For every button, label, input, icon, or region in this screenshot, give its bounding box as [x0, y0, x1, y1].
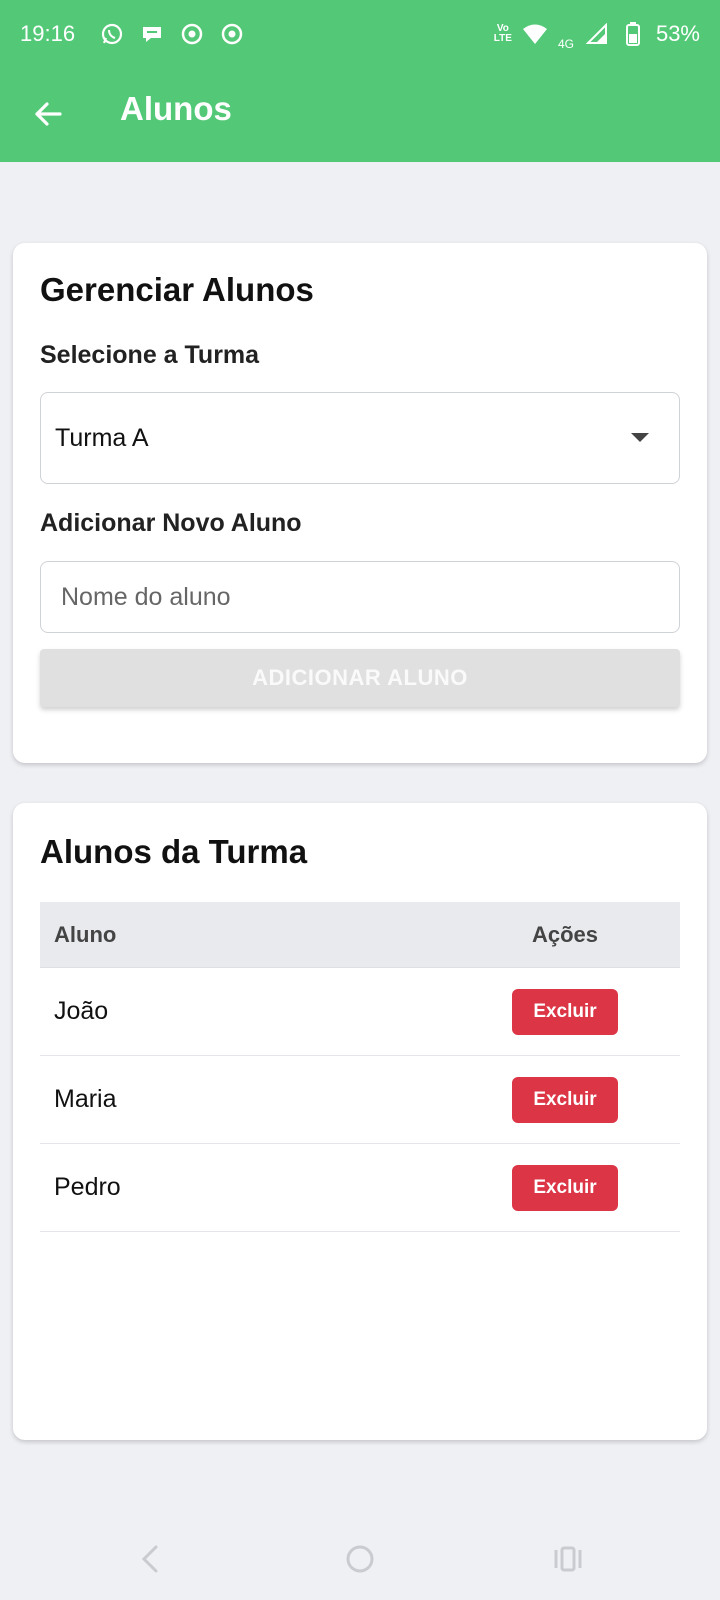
table-header: Aluno Ações: [40, 902, 680, 968]
back-button[interactable]: [28, 94, 68, 134]
student-name: Maria: [54, 1085, 117, 1113]
nav-back-button[interactable]: [120, 1536, 180, 1582]
students-card-title: Alunos da Turma: [40, 833, 308, 870]
row-actions: Excluir: [450, 1076, 680, 1123]
row-actions: Excluir: [450, 1164, 680, 1211]
status-bar: 19:16 Vo LTE 4G 53%: [0, 0, 720, 68]
delete-student-button[interactable]: Excluir: [512, 988, 618, 1035]
volte-icon: Vo LTE: [494, 24, 512, 44]
class-select-value: Turma A: [55, 423, 149, 452]
status-time: 19:16: [20, 21, 76, 46]
manage-card-title: Gerenciar Alunos: [40, 271, 314, 308]
select-class-label: Selecione a Turma: [40, 341, 260, 369]
chrome-icon: [219, 21, 245, 47]
nav-home-icon: [346, 1545, 374, 1573]
network-type: 4G: [557, 37, 574, 51]
student-name: Pedro: [54, 1173, 121, 1201]
dropdown-caret-icon: [631, 433, 649, 442]
app-title: Alunos: [120, 90, 232, 127]
table-row: Maria Excluir: [40, 1056, 680, 1144]
whatsapp-icon: [99, 21, 125, 47]
delete-student-button[interactable]: Excluir: [512, 1164, 618, 1211]
students-list-card: Alunos da Turma Aluno Ações João Excluir…: [13, 803, 707, 1440]
row-actions: Excluir: [450, 988, 680, 1035]
column-header-student: Aluno: [54, 921, 117, 947]
chat-bubble-icon: [139, 21, 165, 47]
nav-recents-button[interactable]: [538, 1536, 598, 1582]
student-name-input[interactable]: [40, 561, 680, 633]
column-header-actions: Ações: [531, 921, 599, 947]
student-name: João: [54, 997, 109, 1025]
battery-level: 53%: [655, 21, 700, 46]
add-student-button[interactable]: ADICIONAR ALUNO: [40, 649, 680, 707]
table-row: João Excluir: [40, 968, 680, 1056]
chrome-icon: [179, 21, 205, 47]
signal-icon: [584, 21, 610, 47]
class-select[interactable]: Turma A: [40, 392, 680, 484]
add-student-label: Adicionar Novo Aluno: [40, 509, 302, 537]
table-row: Pedro Excluir: [40, 1144, 680, 1232]
delete-student-button[interactable]: Excluir: [512, 1076, 618, 1123]
volte-bottom: LTE: [493, 33, 512, 44]
status-right: Vo LTE 4G 53%: [494, 17, 700, 51]
battery-icon: [620, 21, 646, 47]
back-arrow-icon: [35, 102, 62, 126]
wifi-icon: [522, 21, 548, 47]
status-left: 19:16: [20, 21, 245, 47]
students-table: Aluno Ações João Excluir Maria Excluir P…: [40, 902, 680, 1232]
app-bar: Alunos: [0, 68, 720, 162]
manage-students-card: Gerenciar Alunos Selecione a Turma Turma…: [13, 243, 707, 763]
nav-recents-icon: [554, 1546, 582, 1572]
nav-back-icon: [141, 1545, 158, 1573]
nav-home-button[interactable]: [330, 1536, 390, 1582]
system-nav-bar: [0, 1518, 720, 1600]
